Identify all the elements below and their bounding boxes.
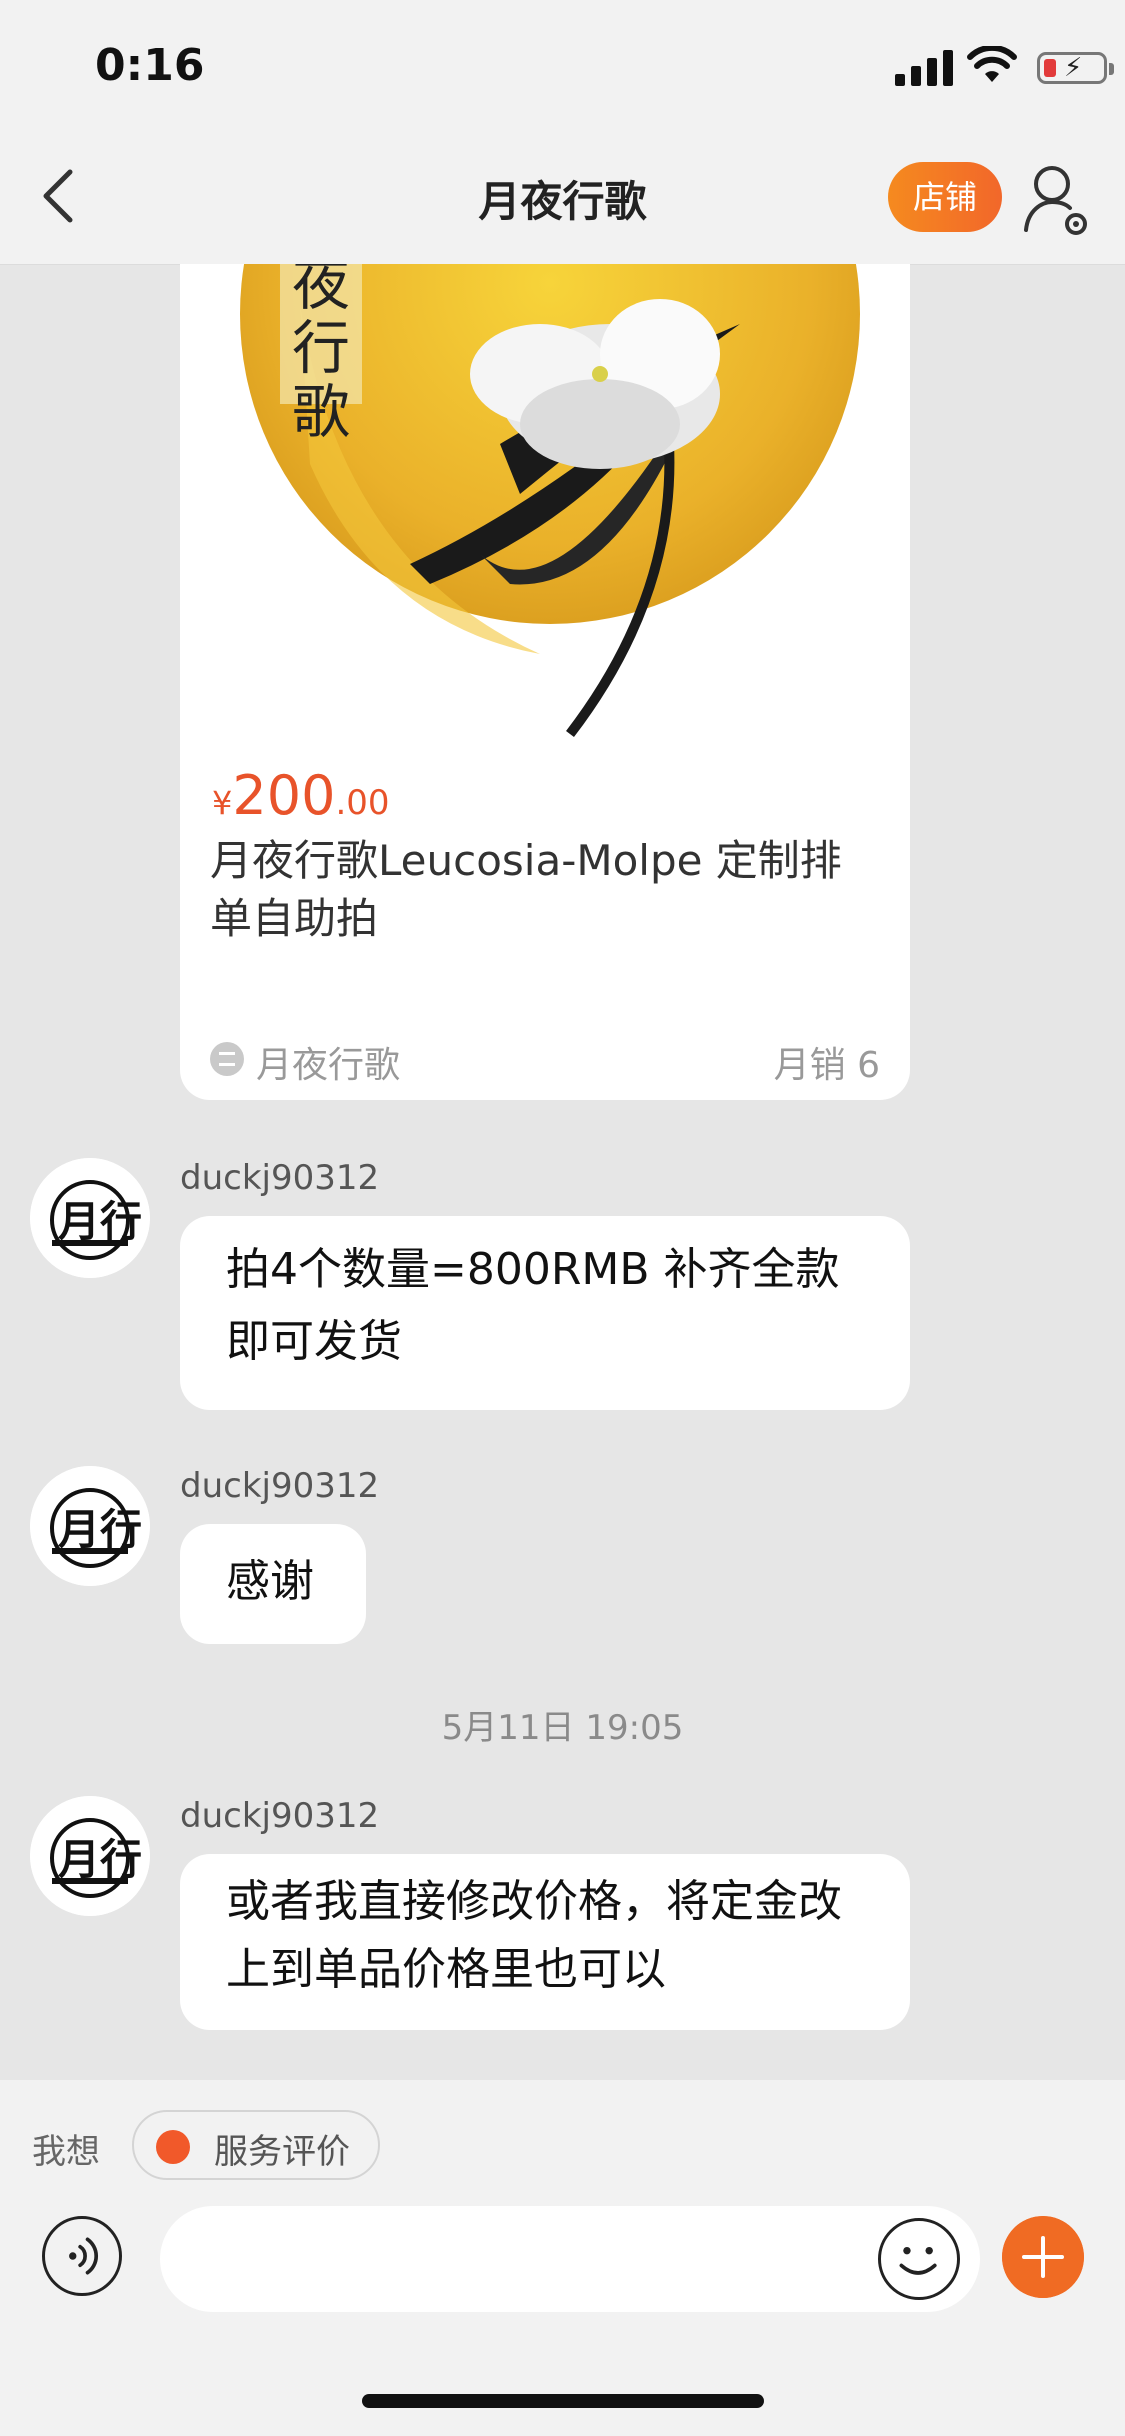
product-title: 月夜行歌Leucosia-Molpe 定制排单自助拍 bbox=[210, 836, 842, 943]
svg-text:月行: 月行 bbox=[58, 1197, 142, 1246]
battery-icon: ⚡ bbox=[1037, 52, 1114, 84]
sender-name: duckj90312 bbox=[180, 1796, 380, 1836]
avatar[interactable]: 月行 bbox=[30, 1796, 150, 1916]
service-review-icon bbox=[156, 2130, 190, 2164]
product-image-text: 夜行歌 bbox=[292, 264, 350, 446]
message-bubble[interactable]: 或者我直接修改价格，将定金改上到单品价格里也可以 bbox=[180, 1854, 910, 2030]
shop-row[interactable]: 月夜行歌 月销 6 bbox=[210, 1034, 880, 1086]
avatar[interactable]: 月行 bbox=[30, 1466, 150, 1586]
product-price: ¥200.00 bbox=[212, 764, 390, 827]
status-time: 0:16 bbox=[95, 40, 205, 91]
shop-name: 月夜行歌 bbox=[256, 1045, 401, 1086]
service-review-chip[interactable]: 服务评价 bbox=[132, 2110, 380, 2180]
timestamp: 5月11日 19:05 bbox=[441, 1708, 684, 1748]
home-indicator bbox=[362, 2394, 764, 2408]
avatar[interactable]: 月行 bbox=[30, 1158, 150, 1278]
product-image[interactable]: 夜行歌 bbox=[180, 264, 910, 744]
sender-name: duckj90312 bbox=[180, 1466, 380, 1506]
top-bar: 0:16 ⚡ 月夜行歌 店铺 bbox=[0, 0, 1125, 265]
signal-icon bbox=[895, 50, 953, 86]
wifi-icon bbox=[967, 46, 1017, 82]
plus-button[interactable] bbox=[1002, 2216, 1084, 2298]
emoji-button[interactable] bbox=[878, 2218, 960, 2300]
bottom-panel: 我想 服务评价 bbox=[0, 2080, 1125, 2436]
shop-button[interactable]: 店铺 bbox=[888, 162, 1002, 232]
voice-button[interactable] bbox=[42, 2216, 122, 2296]
profile-settings-icon[interactable] bbox=[1022, 158, 1094, 238]
sender-name: duckj90312 bbox=[180, 1158, 380, 1198]
svg-text:月行: 月行 bbox=[58, 1505, 142, 1554]
monthly-sales: 月销 6 bbox=[773, 1045, 880, 1086]
product-card[interactable]: 夜行歌 ¥200.00 月夜行歌Leucosia-Molpe 定制排单自助拍 月… bbox=[180, 264, 910, 1100]
svg-text:月行: 月行 bbox=[58, 1835, 142, 1884]
shop-icon bbox=[210, 1042, 244, 1076]
message-bubble[interactable]: 拍4个数量=800RMB 补齐全款 即可发货 bbox=[180, 1216, 910, 1410]
want-label: 我想 bbox=[32, 2132, 100, 2172]
message-bubble[interactable]: 感谢 bbox=[180, 1524, 366, 1644]
message-input[interactable] bbox=[160, 2206, 980, 2312]
